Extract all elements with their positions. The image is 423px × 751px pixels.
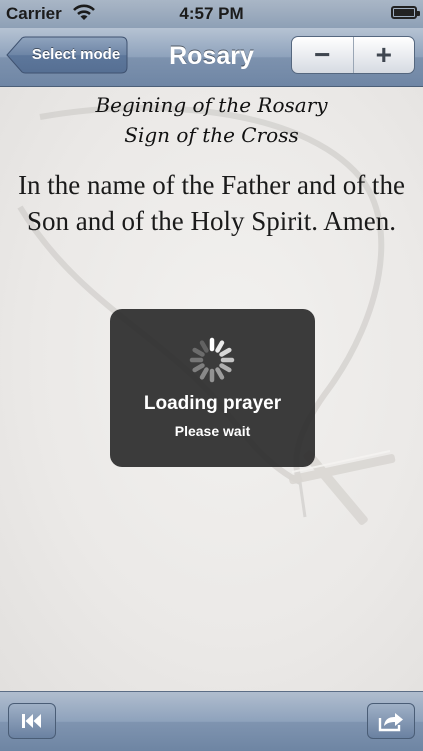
loading-title: Loading prayer [143,393,282,414]
status-time: 4:57 PM [179,4,244,23]
prayer-text: In the name of the Father and of the Son… [18,170,405,236]
battery-icon [391,6,420,19]
share-icon [378,713,403,732]
select-mode-button[interactable]: Select mode [6,36,128,74]
status-bar: Carrier 4:57 PM [0,0,423,28]
decrease-button[interactable]: − [292,37,353,73]
heading-sign-of-cross: Sign of the Cross [124,123,299,147]
loading-hud: Loading prayer Please wait [110,309,315,467]
select-mode-label: Select mode [31,46,121,63]
bottom-toolbar [0,691,423,751]
navigation-bar: Select mode Rosary − + [0,28,423,87]
rewind-to-start-icon [22,714,41,728]
loading-subtitle: Please wait [174,423,251,439]
spinner-icon [189,337,235,383]
share-button[interactable] [367,703,415,739]
font-size-stepper: − + [291,36,415,74]
heading-beginning: Begining of the Rosary [95,93,328,117]
rewind-button[interactable] [8,703,56,739]
increase-button[interactable]: + [354,37,415,73]
